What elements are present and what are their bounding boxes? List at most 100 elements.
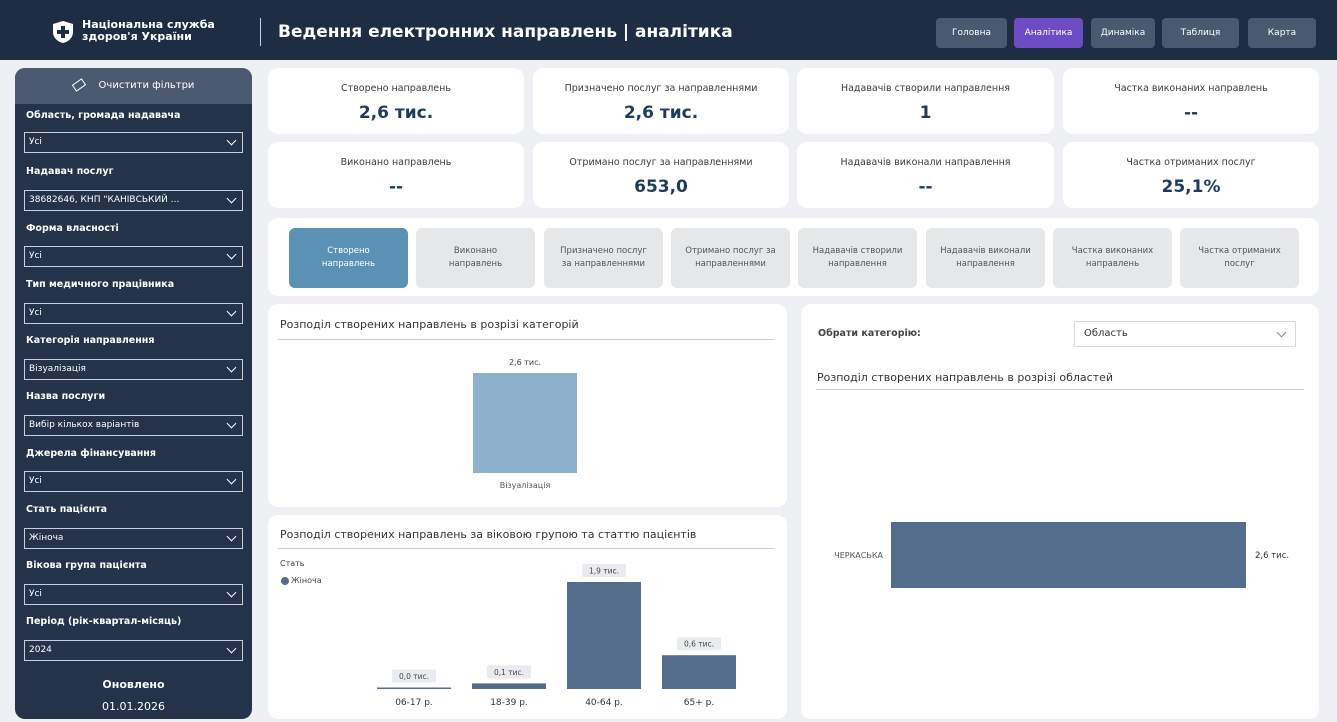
filter-select-service[interactable]: Вибір кількох варіантів — [24, 415, 243, 436]
nav-button-analytics[interactable]: Аналітика — [1014, 18, 1083, 48]
kpi-label: Надавачів виконали направлення — [840, 157, 1011, 168]
filters-sidebar: Очистити фільтри Область, громада надава… — [15, 68, 252, 719]
kpi-label: Призначено послуг за направленнями — [564, 83, 758, 94]
age-chart-panel: Розподіл створених направлень за віковою… — [268, 515, 787, 719]
metric-tab-providers-created[interactable]: Надавачів створили направлення — [798, 228, 917, 288]
chevron-down-icon — [226, 306, 237, 317]
kpi-value: 25,1% — [1161, 177, 1221, 197]
kpi-card-services-assigned: Призначено послуг за направленнями 2,6 т… — [533, 68, 789, 134]
kpi-card-services-received: Отримано послуг за направленнями 653,0 — [533, 142, 789, 208]
filter-value: 2024 — [29, 645, 52, 655]
kpi-value: 1 — [919, 103, 932, 123]
filter-select-worker-type[interactable]: Усі — [24, 303, 243, 324]
filter-value: 38682646, КНП "КАНІВСЬКИЙ ... — [29, 195, 180, 205]
data-label-0: 2,6 тис. — [509, 358, 541, 367]
metric-tab-completed[interactable]: Виконано направлень — [416, 228, 535, 288]
kpi-card-providers-completed: Надавачів виконали направлення -- — [797, 142, 1054, 208]
filter-value: Вибір кількох варіантів — [29, 420, 140, 430]
kpi-label: Частка виконаних направлень — [1114, 83, 1268, 94]
data-label-0: 0,0 тис. — [399, 672, 429, 681]
metric-tab-share-received[interactable]: Частка отриманих послуг — [1180, 228, 1299, 288]
filter-select-funding[interactable]: Усі — [24, 471, 243, 492]
kpi-label: Виконано направлень — [340, 157, 452, 168]
category-label-2: 40-64 р. — [585, 698, 623, 708]
filter-select-provider[interactable]: 38682646, КНП "КАНІВСЬКИЙ ... — [24, 190, 243, 211]
filter-label-provider: Надавач послуг — [26, 166, 114, 177]
updated-date: 01.01.2026 — [102, 700, 165, 713]
eraser-icon — [71, 78, 86, 92]
category-label-0: ЧЕРКАСЬКА — [834, 551, 883, 560]
filter-select-ownership[interactable]: Усі — [24, 246, 243, 267]
filter-value: Усі — [29, 137, 42, 147]
filter-value: Жіноча — [29, 533, 64, 543]
filter-label-service: Назва послуги — [26, 391, 106, 402]
kpi-card-completed: Виконано направлень -- — [268, 142, 524, 208]
category-label-0: Візуалізація — [500, 481, 551, 490]
nav-button-table[interactable]: Таблиця — [1162, 18, 1239, 48]
clear-filters-label: Очистити фільтри — [98, 80, 195, 91]
category-label-0: 06-17 р. — [395, 698, 433, 708]
chevron-down-icon — [226, 135, 237, 146]
bar-2 — [567, 582, 641, 689]
updated-label: Оновлено — [102, 678, 165, 691]
chevron-down-icon — [226, 587, 237, 598]
kpi-value: -- — [1183, 103, 1199, 123]
dropdown-value: Область — [1084, 328, 1128, 339]
page-title: Ведення електронних направлень | аналіти… — [278, 22, 733, 42]
category-label-3: 65+ р. — [684, 698, 714, 708]
kpi-value: 2,6 тис. — [358, 103, 434, 123]
nav-button-map[interactable]: Карта — [1248, 18, 1316, 48]
filter-label-ownership: Форма власності — [26, 223, 119, 234]
nav-button-dynamics[interactable]: Динаміка — [1091, 18, 1155, 48]
metric-tabs-panel: Створено направлень Виконано направлень … — [268, 218, 1319, 296]
clear-filters-button[interactable]: Очистити фільтри — [15, 68, 252, 104]
category-label-1: 18-39 р. — [490, 698, 528, 708]
metric-tab-providers-completed[interactable]: Надавачів виконали направлення — [926, 228, 1045, 288]
metric-tab-share-completed[interactable]: Частка виконаних направлень — [1053, 228, 1172, 288]
filter-value: Усі — [29, 308, 42, 318]
metric-tab-created[interactable]: Створено направлень — [289, 228, 408, 288]
filter-label-region: Область, громада надавача — [26, 110, 181, 121]
chevron-down-icon — [226, 531, 237, 542]
region-bar-chart: ЧЕРКАСЬКА 2,6 тис. — [834, 522, 1289, 588]
data-label-1: 0,1 тис. — [494, 668, 524, 677]
data-label-3: 0,6 тис. — [684, 640, 714, 649]
chevron-down-icon — [1276, 327, 1287, 338]
app-header: Національна служба здоров'я України Веде… — [0, 0, 1337, 60]
category-bar-chart: 2,6 тис. Візуалізація — [473, 358, 577, 490]
age-bar-chart: 0,0 тис. 06-17 р. 0,1 тис. 18-39 р. 1,9 тис.… — [377, 564, 736, 708]
header-divider — [260, 18, 261, 46]
filter-value: Усі — [29, 251, 42, 261]
filter-label-sex: Стать пацієнта — [26, 504, 108, 515]
kpi-card-providers-created: Надавачів створили направлення 1 — [797, 68, 1054, 134]
nszu-shield-icon — [53, 21, 73, 43]
filter-select-category[interactable]: Візуалізація — [24, 359, 243, 380]
filter-label-worker-type: Тип медичного працівника — [26, 279, 175, 290]
filter-label-category: Категорія направлення — [26, 335, 155, 346]
metric-tab-services-assigned[interactable]: Призначено послуг за направленнями — [544, 228, 663, 288]
category-picker-dropdown[interactable]: Область — [1074, 321, 1296, 347]
bar-1 — [472, 683, 546, 689]
data-label-0: 2,6 тис. — [1255, 551, 1289, 561]
kpi-label: Надавачів створили направлення — [840, 83, 1011, 94]
chevron-down-icon — [226, 362, 237, 373]
bar-0 — [473, 373, 577, 473]
kpi-label: Частка отриманих послуг — [1126, 157, 1256, 168]
filter-select-region[interactable]: Усі — [24, 132, 243, 153]
category-chart-panel: Розподіл створених направлень в розрізі … — [268, 304, 787, 507]
chevron-down-icon — [226, 418, 237, 429]
chevron-down-icon — [226, 249, 237, 260]
bar-3 — [662, 655, 736, 689]
filter-select-age-group[interactable]: Усі — [24, 584, 243, 605]
kpi-value: -- — [388, 177, 404, 197]
kpi-value: 653,0 — [634, 177, 688, 197]
filter-value: Усі — [29, 476, 42, 486]
bar-0 — [891, 522, 1246, 588]
filter-select-sex[interactable]: Жіноча — [24, 528, 243, 549]
filter-value: Візуалізація — [29, 364, 86, 374]
kpi-label: Створено направлень — [341, 83, 451, 94]
nav-button-home[interactable]: Головна — [936, 18, 1007, 48]
filter-label-age-group: Вікова група пацієнта — [26, 560, 147, 571]
metric-tab-services-received[interactable]: Отримано послуг за направленнями — [671, 228, 790, 288]
filter-select-period[interactable]: 2024 — [24, 640, 243, 661]
